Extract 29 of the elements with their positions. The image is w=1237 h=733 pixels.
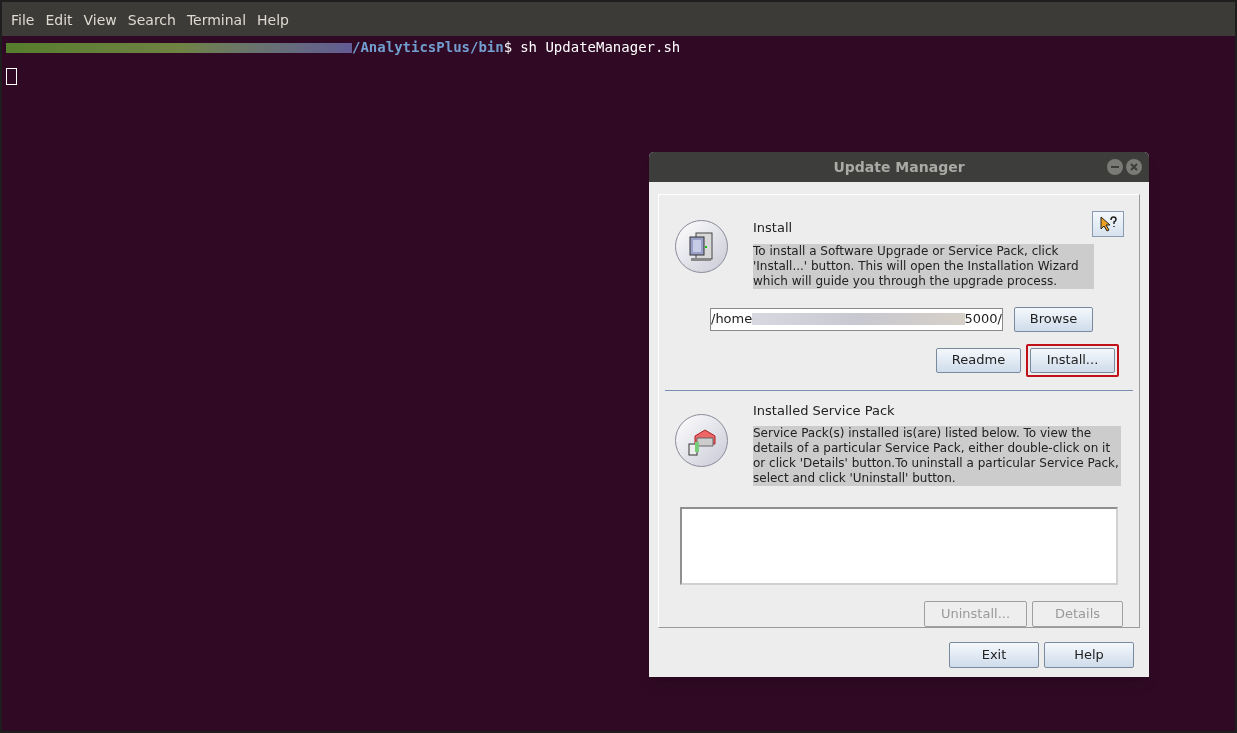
path-field[interactable]: /home 5000/ — [710, 307, 1003, 331]
dialog-button[interactable]: Exit — [949, 642, 1039, 668]
text-cursor — [6, 68, 17, 85]
path-start: /home — [711, 310, 753, 329]
menu-item[interactable]: Search — [127, 9, 176, 31]
description-text: Service Pack(s) installed is(are) listed below. To view the details of a particular Service Pack, either double-click on it or click 'Details' button.To uninstall a particular Service Pack, select and click 'Uninstall' button. — [753, 425, 1121, 486]
window-title: Update Manager — [833, 157, 965, 177]
menu-item[interactable]: File — [11, 9, 35, 31]
dialog-button[interactable]: Help — [1044, 642, 1134, 668]
menu-item[interactable]: Terminal — [186, 9, 247, 31]
help-cursor-icon[interactable] — [1092, 211, 1124, 237]
service-pack-icon — [675, 414, 728, 468]
computer-icon — [675, 220, 728, 273]
minimize-icon[interactable] — [1107, 159, 1123, 175]
service-pack-list[interactable] — [680, 506, 1118, 585]
prompt-path: /AnalyticsPlus/bin — [352, 38, 504, 57]
description-text: To install a Software Upgrade or Service Pack, click 'Install...' button. This will open the Installation Wizard which will guide you through the upgrade process. — [753, 243, 1094, 289]
prompt-sign: $ — [503, 38, 513, 57]
path-end: 5000/ — [964, 310, 1002, 329]
menu-item[interactable]: Edit — [45, 9, 73, 31]
section-heading: Install — [753, 219, 794, 237]
menu-item[interactable]: Help — [257, 9, 289, 31]
command-text: sh UpdateManager.sh — [520, 38, 681, 57]
dialog-button[interactable]: Readme — [936, 347, 1021, 373]
menu-item[interactable]: View — [83, 9, 117, 31]
dialog-button[interactable]: Install... — [1030, 347, 1115, 373]
dialog-button[interactable]: Browse — [1014, 306, 1093, 332]
close-icon[interactable] — [1126, 159, 1142, 175]
section-heading: Installed Service Pack — [753, 402, 896, 421]
